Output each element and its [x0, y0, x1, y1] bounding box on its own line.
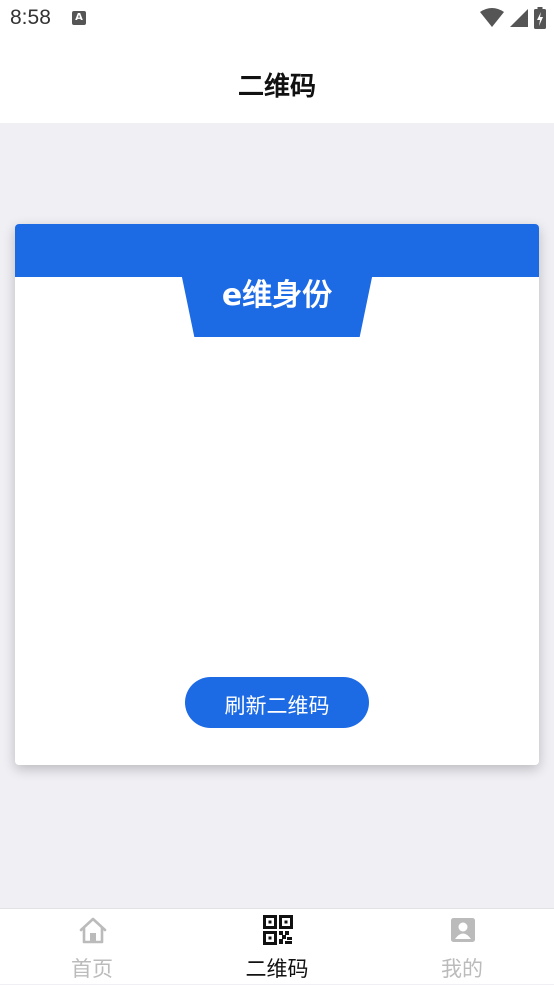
tab-profile-label: 我的 [441, 957, 483, 981]
qr-code-area [155, 374, 399, 618]
identity-card: e维身份 刷新二维码 [15, 224, 539, 765]
home-icon [79, 917, 107, 944]
tab-home-label: 首页 [71, 957, 113, 981]
battery-charging-icon [534, 7, 546, 29]
status-time: 8:58 [10, 6, 51, 29]
tab-home[interactable]: 首页 [0, 909, 184, 985]
refresh-qr-button[interactable]: 刷新二维码 [185, 677, 369, 728]
wifi-icon [480, 8, 504, 27]
a-letter-icon: A [72, 11, 86, 25]
tab-profile[interactable]: 我的 [370, 909, 554, 985]
page-header: 二维码 [0, 38, 554, 123]
user-profile-icon [451, 918, 475, 942]
qr-code-icon [263, 915, 293, 945]
signal-icon [510, 9, 528, 27]
tab-qr-code[interactable]: 二维码 [185, 909, 369, 985]
card-title: e维身份 [221, 278, 333, 313]
tab-qr-code-label: 二维码 [245, 957, 309, 981]
page-title: 二维码 [237, 72, 316, 102]
status-icons [480, 6, 546, 30]
status-bar: 8:58 A [0, 0, 554, 38]
bottom-tab-bar: 首页 二维码 我的 [0, 908, 554, 984]
